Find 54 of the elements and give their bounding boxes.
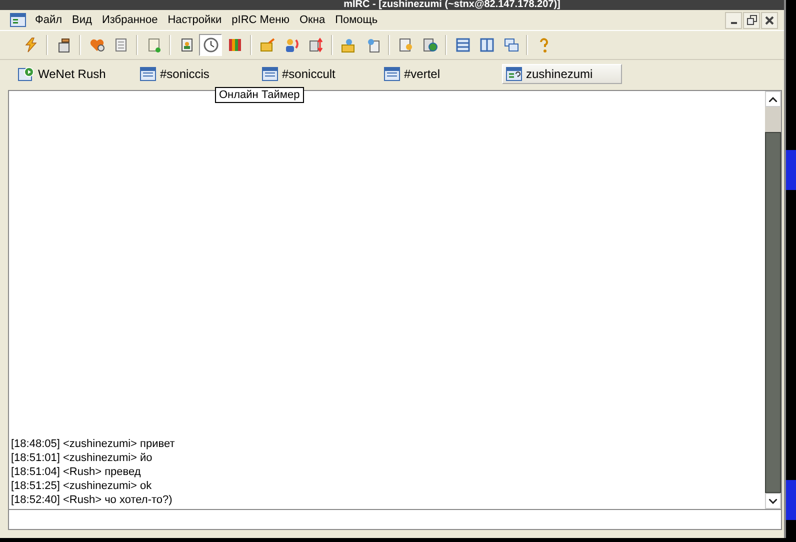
window-title: mIRC - [zushinezumi (~stnx@82.147.178.207)] <box>342 0 560 10</box>
horizontal-panes-icon <box>454 37 470 53</box>
cascade-windows-icon <box>502 37 518 53</box>
channel-window-icon <box>140 66 156 82</box>
toolbox-icon <box>56 37 72 53</box>
scroll-up-button[interactable] <box>765 91 781 107</box>
chat-message: [18:52:40] <Rush> чо хотел-то?) <box>11 493 174 507</box>
message-input-field[interactable] <box>8 510 782 530</box>
globe-document-icon <box>422 37 438 53</box>
window-tab[interactable]: #soniccult <box>258 64 378 84</box>
menu-item[interactable]: Окна <box>294 14 330 26</box>
minimize-button[interactable] <box>725 12 742 28</box>
vertical-panes-icon <box>478 37 494 53</box>
restore-icon <box>746 15 756 25</box>
chat-message: [18:51:04] <Rush> превед <box>11 465 142 479</box>
background-window-fragment <box>786 480 796 520</box>
channel-window-icon <box>262 66 278 82</box>
close-button[interactable] <box>761 12 778 28</box>
lightning-icon <box>22 37 38 53</box>
status-window-icon <box>18 66 34 82</box>
menu-item[interactable]: Настройки <box>162 14 227 26</box>
window-tab[interactable]: #vertel <box>380 64 500 84</box>
address-book-icon <box>178 37 194 53</box>
document-icon[interactable] <box>10 13 26 27</box>
restore-button[interactable] <box>743 12 760 28</box>
close-icon <box>765 16 774 24</box>
document-icon <box>112 37 128 53</box>
channel-window-icon <box>384 66 400 82</box>
document-arrows-icon <box>308 37 324 53</box>
heart-icon <box>88 37 104 53</box>
query-window-icon <box>506 66 522 82</box>
tooltip: Онлайн Таймер <box>215 87 304 103</box>
document-person-icon <box>398 37 414 53</box>
scroll-down-button[interactable] <box>765 493 781 509</box>
chat-message: [18:51:01] <zushinezumi> йо <box>11 451 154 465</box>
menu-item[interactable]: Помощь <box>330 14 383 26</box>
menu-item[interactable]: pIRC Меню <box>226 14 294 26</box>
books-icon <box>226 37 242 53</box>
toolbar-button[interactable] <box>199 34 222 56</box>
menu-item[interactable]: Файл <box>30 14 68 26</box>
person-phone-icon <box>284 37 300 53</box>
menu-item[interactable]: Избранное <box>96 14 163 26</box>
person-folder-icon <box>340 37 356 53</box>
window-tab[interactable]: WeNet Rush <box>14 64 134 84</box>
window-tab[interactable]: #soniccis <box>136 64 256 84</box>
folder-arrow-icon <box>260 37 276 53</box>
clock-icon <box>202 37 218 53</box>
window-tab[interactable]: zushinezumi <box>502 64 622 84</box>
chat-message: [18:51:25] <zushinezumi> ok <box>11 479 153 493</box>
chat-message: [18:48:05] <zushinezumi> привет <box>11 437 176 451</box>
background-window-fragment <box>786 150 796 190</box>
caret-down-icon <box>769 498 777 504</box>
caret-up-icon <box>769 96 777 102</box>
menu-item[interactable]: Вид <box>67 14 97 26</box>
